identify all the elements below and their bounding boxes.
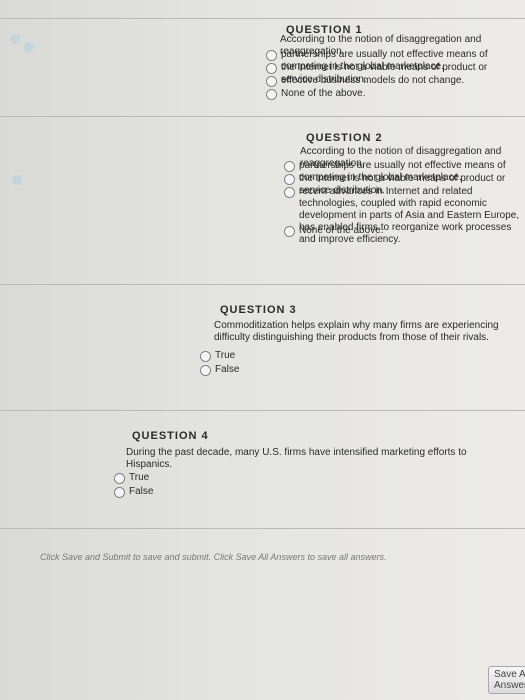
radio-button[interactable] [200,365,211,376]
radio-button[interactable] [114,473,125,484]
q2-option-3[interactable]: recent advances in Internet and related … [284,186,520,246]
radio-button[interactable] [284,226,295,237]
radio-button[interactable] [200,351,211,362]
quiz-page: QUESTION 1 According to the notion of di… [0,0,525,700]
q1-option-4[interactable]: None of the above. [266,88,516,100]
divider [0,284,525,285]
question-3-text: Commoditization helps explain why many f… [214,320,499,343]
question-4-text: During the past decade, many U.S. firms … [126,447,467,470]
divider [0,528,525,529]
radio-button[interactable] [284,187,295,198]
q1-option-3[interactable]: effective business models do not change. [266,75,516,87]
nav-dot [12,175,22,185]
radio-button[interactable] [266,50,277,61]
question-4-title: QUESTION 4 [132,430,209,442]
divider [0,116,525,117]
divider [0,410,525,411]
question-3-title: QUESTION 3 [220,304,297,316]
question-2-title: QUESTION 2 [306,132,383,144]
q4-option-true[interactable]: True [114,472,234,484]
q2-option-4[interactable]: None of the above. [284,225,520,237]
radio-button[interactable] [114,487,125,498]
q4-option-false[interactable]: False [114,486,234,498]
nav-dot [24,42,34,52]
radio-button[interactable] [284,174,295,185]
footer-instructions: Click Save and Submit to save and submit… [40,552,387,562]
save-all-answers-button[interactable]: Save All Answers [488,666,525,694]
radio-button[interactable] [266,89,277,100]
radio-button[interactable] [266,63,277,74]
radio-button[interactable] [266,76,277,87]
q3-option-true[interactable]: True [200,350,320,362]
q3-option-false[interactable]: False [200,364,320,376]
nav-dot [10,34,20,44]
top-divider [0,18,525,19]
radio-button[interactable] [284,161,295,172]
